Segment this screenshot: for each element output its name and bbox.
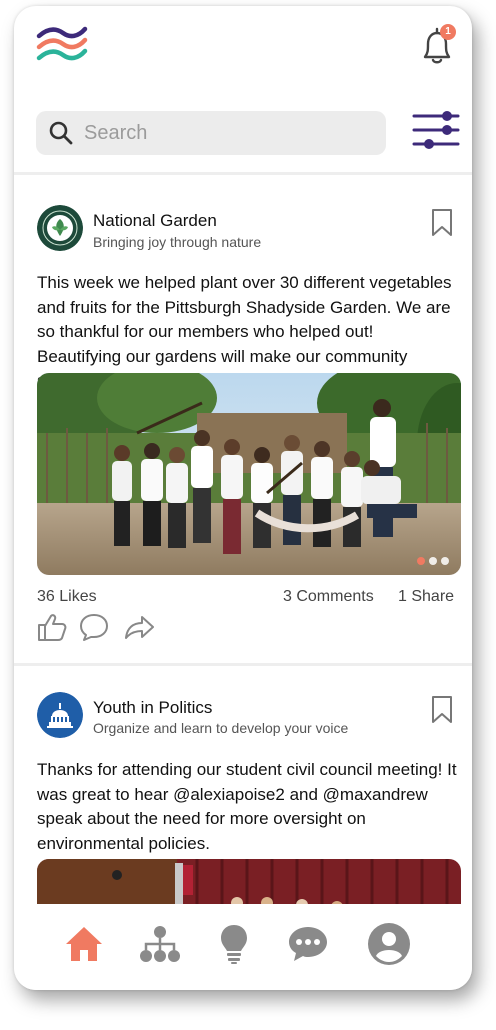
nav-home[interactable] xyxy=(62,922,106,966)
carousel-indicator[interactable] xyxy=(417,557,449,565)
phone-screen: 1 National Garden Bringing joy xyxy=(14,6,472,990)
chat-icon xyxy=(289,927,327,961)
network-icon xyxy=(140,926,180,962)
post-org-tagline: Bringing joy through nature xyxy=(93,234,262,250)
comments-count[interactable]: 3 Comments xyxy=(283,585,383,609)
search-bar[interactable] xyxy=(36,111,386,155)
nav-ideas[interactable] xyxy=(212,922,256,966)
profile-icon xyxy=(368,923,410,965)
header-divider xyxy=(14,172,472,175)
home-icon xyxy=(66,927,102,961)
carousel-dot[interactable] xyxy=(441,557,449,565)
garden-seal-icon xyxy=(37,205,83,251)
notification-badge: 1 xyxy=(440,24,456,40)
carousel-dot[interactable] xyxy=(429,557,437,565)
share-icon[interactable] xyxy=(123,612,155,642)
search-icon xyxy=(49,121,73,145)
lightbulb-icon xyxy=(221,925,247,964)
nav-network[interactable] xyxy=(138,922,182,966)
sliders-icon[interactable] xyxy=(412,108,460,152)
post-divider xyxy=(14,663,472,666)
youth-in-politics-avatar[interactable] xyxy=(37,692,83,738)
likes-count[interactable]: 36 Likes xyxy=(37,585,97,609)
nav-messages[interactable] xyxy=(286,922,330,966)
bottom-nav xyxy=(14,904,472,990)
bookmark-icon[interactable] xyxy=(430,695,454,725)
shares-count[interactable]: 1 Share xyxy=(398,585,454,609)
post-org-tagline: Organize and learn to develop your voice xyxy=(93,720,349,736)
search-input[interactable] xyxy=(84,119,374,147)
post-photo[interactable] xyxy=(37,373,461,575)
carousel-dot-active[interactable] xyxy=(417,557,425,565)
nav-profile[interactable] xyxy=(367,922,411,966)
volunteer-group-photo xyxy=(37,373,461,575)
bookmark-icon[interactable] xyxy=(430,208,454,238)
comment-icon[interactable] xyxy=(78,612,110,642)
post-body-text: Thanks for attending our student civil c… xyxy=(37,760,457,853)
national-garden-avatar[interactable] xyxy=(37,205,83,251)
capitol-icon xyxy=(37,692,83,738)
post-org-name[interactable]: Youth in Politics xyxy=(93,698,212,718)
like-icon[interactable] xyxy=(36,612,68,642)
wave-logo-icon[interactable] xyxy=(36,24,88,66)
post-org-name[interactable]: National Garden xyxy=(93,211,217,231)
